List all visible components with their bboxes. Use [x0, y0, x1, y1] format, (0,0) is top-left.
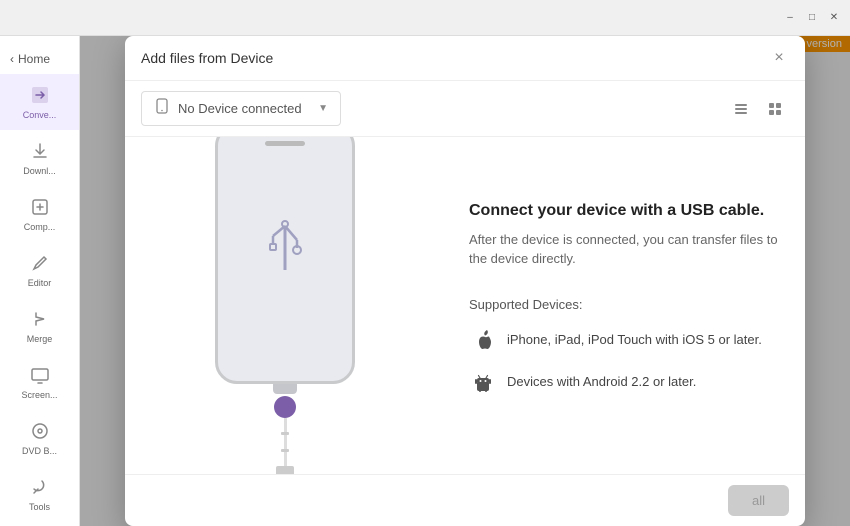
modal-title: Add files from Device — [141, 50, 273, 66]
sidebar-item-download[interactable]: Downl... — [0, 130, 79, 186]
sidebar-item-tools[interactable]: Tools — [0, 466, 79, 522]
grid-view-button[interactable] — [761, 95, 789, 123]
top-bar: – □ ✕ — [0, 0, 850, 36]
sidebar-item-dvd[interactable]: DVD B... — [0, 410, 79, 466]
compress-icon — [29, 196, 51, 218]
android-device-text: Devices with Android 2.2 or later. — [507, 374, 696, 389]
apple-icon — [469, 326, 497, 354]
sidebar-item-screen[interactable]: Screen... — [0, 354, 79, 410]
sidebar-item-editor[interactable]: Editor — [0, 242, 79, 298]
android-icon — [469, 368, 497, 396]
dropdown-arrow-icon: ▼ — [318, 103, 328, 114]
phone-body — [215, 137, 355, 384]
back-arrow-icon: ‹ — [10, 52, 14, 66]
back-button[interactable]: ‹ Home — [0, 44, 79, 74]
add-files-modal: Add files from Device × — [125, 36, 805, 526]
phone-speaker — [265, 141, 305, 146]
dvd-icon — [29, 420, 51, 442]
modal-header: Add files from Device × — [125, 36, 805, 81]
sidebar-item-convert[interactable]: Conve... — [0, 74, 79, 130]
modal-toolbar: No Device connected ▼ — [125, 81, 805, 137]
sidebar: ‹ Home Conve... — [0, 36, 80, 526]
merge-icon — [29, 308, 51, 330]
cable-ball — [274, 396, 296, 418]
phone-area — [125, 137, 445, 474]
sidebar-download-label: Downl... — [23, 166, 56, 176]
modal-body: Connect your device with a USB cable. Af… — [125, 137, 805, 474]
sidebar-tools-label: Tools — [29, 502, 50, 512]
main-layout: ‹ Home Conve... — [0, 36, 850, 526]
phone-icon — [154, 98, 170, 119]
window-controls: – □ ✕ — [782, 10, 842, 26]
download-icon — [29, 140, 51, 162]
app-window: – □ ✕ ‹ Home Conve... — [0, 0, 850, 526]
phone-illustration — [210, 137, 360, 474]
screen-icon — [29, 364, 51, 386]
phone-cable-area — [273, 384, 297, 475]
android-device-item: Devices with Android 2.2 or later. — [469, 368, 781, 396]
device-selector[interactable]: No Device connected ▼ — [141, 91, 341, 126]
modal-footer: all — [125, 474, 805, 526]
sidebar-compress-label: Comp... — [24, 222, 56, 232]
convert-icon — [29, 84, 51, 106]
tools-icon — [29, 476, 51, 498]
sidebar-screen-label: Screen... — [21, 390, 57, 400]
close-button[interactable]: ✕ — [826, 10, 842, 26]
view-controls — [727, 95, 789, 123]
apple-device-item: iPhone, iPad, iPod Touch with iOS 5 or l… — [469, 326, 781, 354]
sidebar-editor-label: Editor — [28, 278, 52, 288]
info-area: Connect your device with a USB cable. Af… — [445, 137, 805, 474]
info-description: After the device is connected, you can t… — [469, 230, 781, 269]
sidebar-convert-label: Conve... — [23, 110, 57, 120]
modal-close-button[interactable]: × — [769, 48, 789, 68]
maximize-button[interactable]: □ — [804, 10, 820, 26]
usb-plug — [276, 466, 294, 475]
device-selector-label: No Device connected — [178, 101, 302, 116]
editor-icon — [29, 252, 51, 274]
modal-overlay: Add files from Device × — [80, 36, 850, 526]
home-label: Home — [18, 52, 50, 66]
apple-device-text: iPhone, iPad, iPod Touch with iOS 5 or l… — [507, 332, 762, 347]
sidebar-dvd-label: DVD B... — [22, 446, 57, 456]
sidebar-item-compress[interactable]: Comp... — [0, 186, 79, 242]
minimize-button[interactable]: – — [782, 10, 798, 26]
sidebar-item-merge[interactable]: Merge — [0, 298, 79, 354]
content-area: version Add files from Device × — [80, 36, 850, 526]
supported-devices-label: Supported Devices: — [469, 297, 781, 312]
close-icon: × — [774, 49, 783, 67]
add-all-button[interactable]: all — [728, 485, 789, 516]
info-title: Connect your device with a USB cable. — [469, 202, 781, 220]
list-view-button[interactable] — [727, 95, 755, 123]
usb-icon — [261, 218, 309, 289]
sidebar-merge-label: Merge — [27, 334, 53, 344]
